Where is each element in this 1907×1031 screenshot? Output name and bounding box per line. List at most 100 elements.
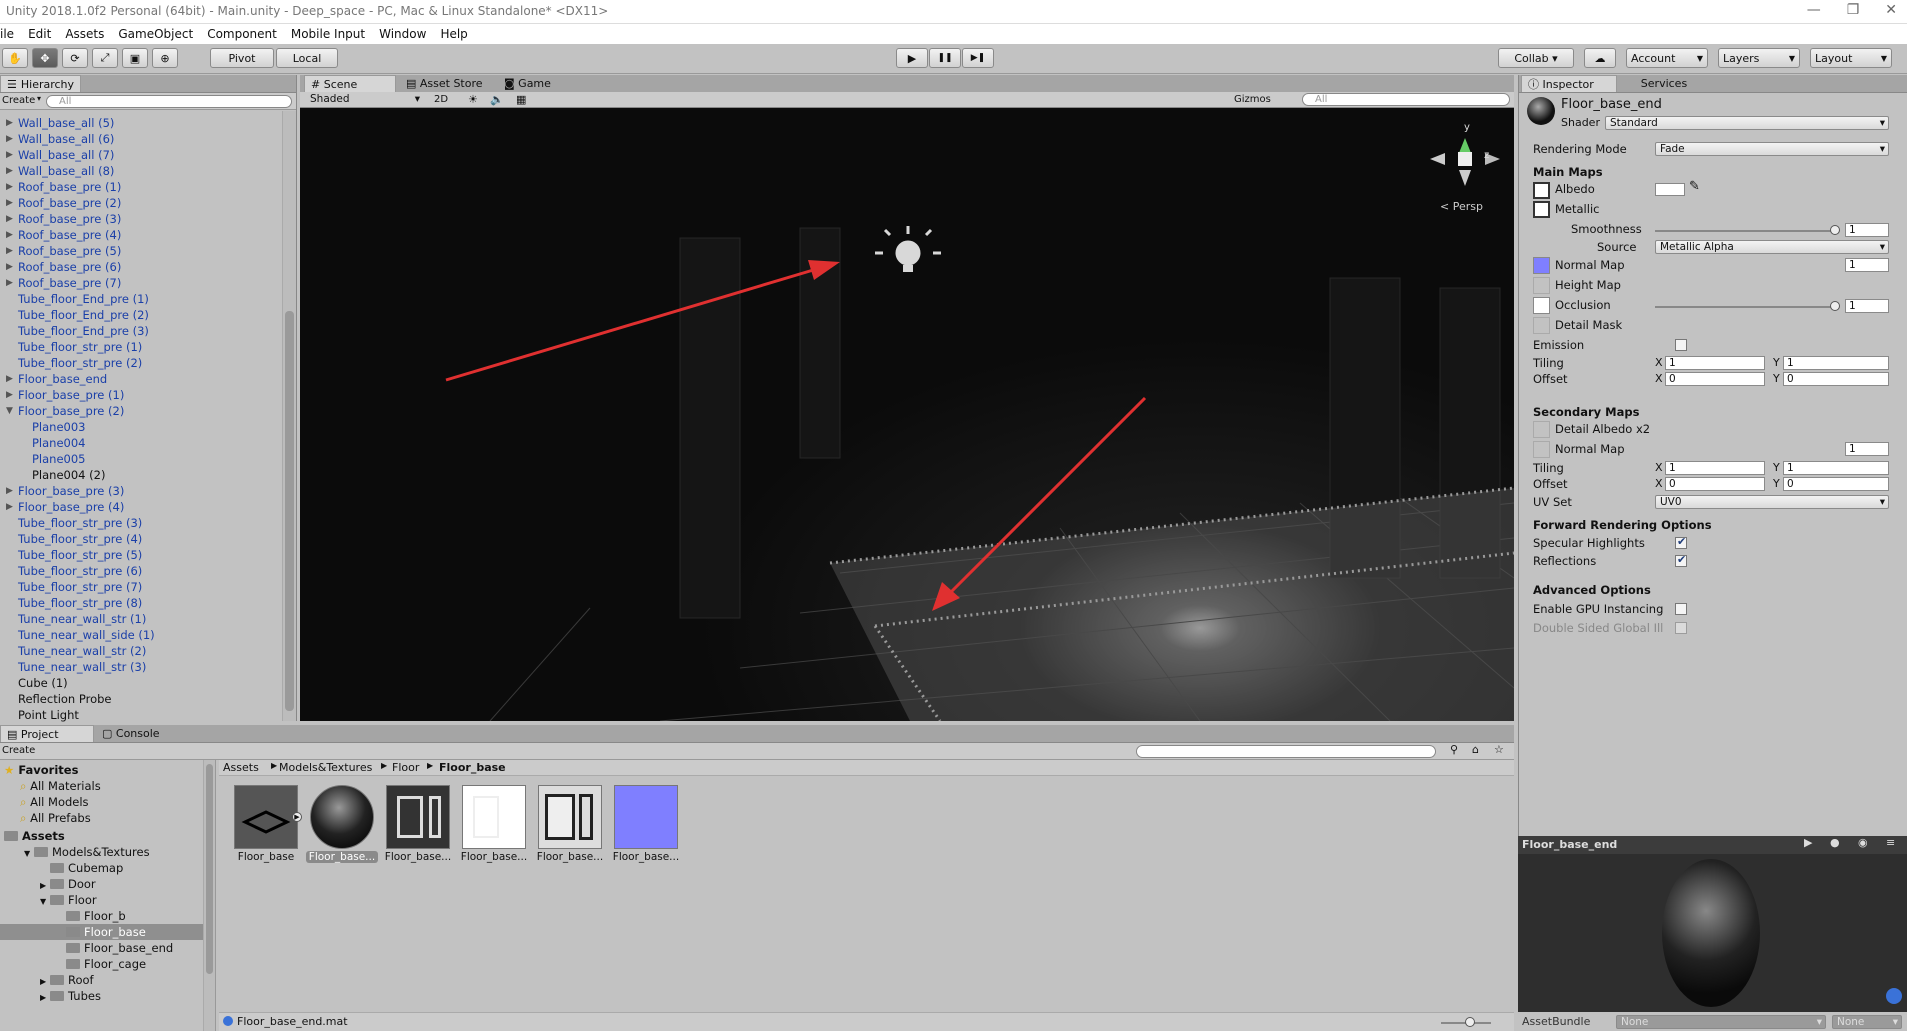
folder-item[interactable]: Floor_base_end bbox=[56, 940, 173, 956]
hierarchy-item[interactable]: Plane004 (2) bbox=[32, 467, 105, 483]
preview-menu-icon[interactable]: ≡ bbox=[1886, 836, 1895, 849]
secondary-tiling-x-field[interactable]: 1 bbox=[1665, 461, 1765, 475]
expand-arrow-icon[interactable]: ▶ bbox=[6, 134, 13, 144]
gpu-instancing-checkbox[interactable] bbox=[1675, 603, 1687, 615]
expand-arrow-icon[interactable]: ▶ bbox=[6, 182, 13, 192]
hierarchy-create-button[interactable]: Create bbox=[2, 95, 35, 106]
filter-label-icon[interactable]: ⌂ bbox=[1472, 743, 1479, 756]
folder-item[interactable]: Cubemap bbox=[40, 860, 123, 876]
asset-thumb-texture-1[interactable] bbox=[386, 785, 450, 849]
hierarchy-item[interactable]: Roof_base_pre (5) bbox=[18, 243, 121, 259]
layout-dropdown[interactable]: Layout ▼ bbox=[1810, 48, 1892, 68]
menu-gameobject[interactable]: GameObject bbox=[118, 27, 193, 41]
hierarchy-item[interactable]: Roof_base_pre (3) bbox=[18, 211, 121, 227]
menu-file[interactable]: ile bbox=[0, 27, 14, 41]
source-dropdown[interactable]: Metallic Alpha ▾ bbox=[1655, 240, 1889, 254]
expand-arrow-icon[interactable]: ▼ bbox=[24, 846, 34, 862]
folder-item[interactable]: ▼ Floor bbox=[40, 892, 97, 908]
asset-label-texture-3[interactable]: Floor_base... bbox=[532, 851, 608, 863]
cloud-icon[interactable]: ☁ bbox=[1584, 48, 1616, 68]
hierarchy-item[interactable]: Tune_near_wall_str (3) bbox=[18, 659, 146, 675]
uvset-dropdown[interactable]: UV0 ▾ bbox=[1655, 495, 1889, 509]
secondary-normal-field[interactable]: 1 bbox=[1845, 442, 1889, 456]
hierarchy-item[interactable]: Tube_floor_End_pre (1) bbox=[18, 291, 149, 307]
hierarchy-item[interactable]: Wall_base_all (6) bbox=[18, 131, 114, 147]
hierarchy-item[interactable]: Roof_base_pre (6) bbox=[18, 259, 121, 275]
folder-item[interactable]: Floor_b bbox=[56, 908, 126, 924]
offset-y-field[interactable]: 0 bbox=[1783, 372, 1889, 386]
gizmos-dropdown[interactable]: Gizmos bbox=[1234, 94, 1271, 105]
expand-model-icon[interactable]: ▶ bbox=[292, 812, 302, 822]
hierarchy-item[interactable]: Tube_floor_str_pre (5) bbox=[18, 547, 142, 563]
step-button[interactable]: ▶❚ bbox=[962, 48, 994, 68]
tab-game[interactable]: ◙ Game bbox=[498, 75, 557, 92]
detail-albedo-texture-slot[interactable] bbox=[1533, 421, 1550, 438]
account-dropdown[interactable]: Account ▼ bbox=[1626, 48, 1708, 68]
preview-light-icon[interactable]: ◉ bbox=[1858, 836, 1868, 849]
hierarchy-item[interactable]: Wall_base_all (8) bbox=[18, 163, 114, 179]
menu-mobile-input[interactable]: Mobile Input bbox=[291, 27, 365, 41]
hierarchy-item[interactable]: Plane004 bbox=[32, 435, 86, 451]
expand-arrow-icon[interactable]: ▶ bbox=[6, 278, 13, 288]
tab-scene[interactable]: # Scene bbox=[304, 75, 396, 92]
tab-console[interactable]: ▢ Console bbox=[96, 725, 166, 742]
filter-type-icon[interactable]: ⚲ bbox=[1450, 743, 1458, 756]
occlusion-slider[interactable] bbox=[1655, 306, 1835, 308]
hierarchy-item[interactable]: Tube_floor_str_pre (4) bbox=[18, 531, 142, 547]
expand-arrow-icon[interactable]: ▶ bbox=[6, 166, 13, 176]
hierarchy-item[interactable]: Reflection Probe bbox=[18, 691, 112, 707]
normal-map-texture-slot[interactable] bbox=[1533, 257, 1550, 274]
hierarchy-item[interactable]: Tube_floor_str_pre (1) bbox=[18, 339, 142, 355]
collab-dropdown[interactable]: Collab ▾ bbox=[1498, 48, 1574, 68]
secondary-offset-x-field[interactable]: 0 bbox=[1665, 477, 1765, 491]
reflections-checkbox[interactable] bbox=[1675, 553, 1687, 567]
expand-arrow-icon[interactable]: ▼ bbox=[6, 406, 13, 416]
hierarchy-item[interactable]: Cube (1) bbox=[18, 675, 68, 691]
menu-help[interactable]: Help bbox=[440, 27, 467, 41]
hierarchy-item[interactable]: Floor_base_pre (1) bbox=[18, 387, 124, 403]
expand-arrow-icon[interactable]: ▶ bbox=[6, 502, 13, 512]
asset-label-model[interactable]: Floor_base bbox=[228, 851, 304, 863]
folder-item[interactable]: ▶ Tubes bbox=[40, 988, 101, 1004]
albedo-color-swatch[interactable] bbox=[1655, 183, 1685, 196]
scene-viewport[interactable]: y z < Persp bbox=[300, 108, 1514, 721]
expand-arrow-icon[interactable]: ▼ bbox=[40, 894, 50, 910]
shader-dropdown[interactable]: Standard ▾ bbox=[1605, 116, 1889, 130]
favorite-item[interactable]: ⌕ All Models bbox=[20, 794, 89, 810]
folder-item[interactable]: ▶ Door bbox=[40, 876, 96, 892]
occlusion-texture-slot[interactable] bbox=[1533, 297, 1550, 314]
asset-thumb-model[interactable] bbox=[234, 785, 298, 849]
asset-label-texture-1[interactable]: Floor_base... bbox=[380, 851, 456, 863]
expand-arrow-icon[interactable]: ▶ bbox=[6, 230, 13, 240]
layers-dropdown[interactable]: Layers ▼ bbox=[1718, 48, 1800, 68]
effects-toggle-icon[interactable]: ▦ bbox=[516, 93, 526, 106]
folder-item[interactable]: ▶ Roof bbox=[40, 972, 94, 988]
smoothness-slider-knob[interactable] bbox=[1830, 225, 1840, 235]
offset-x-field[interactable]: 0 bbox=[1665, 372, 1765, 386]
expand-arrow-icon[interactable]: ▶ bbox=[6, 118, 13, 128]
hierarchy-item[interactable]: Tube_floor_str_pre (6) bbox=[18, 563, 142, 579]
tiling-y-field[interactable]: 1 bbox=[1783, 356, 1889, 370]
hierarchy-scroll-thumb[interactable] bbox=[285, 311, 294, 711]
expand-arrow-icon[interactable]: ▶ bbox=[40, 990, 50, 1006]
play-button[interactable]: ▶ bbox=[896, 48, 928, 68]
hierarchy-item[interactable]: Tube_floor_End_pre (3) bbox=[18, 323, 149, 339]
local-toggle[interactable]: Local bbox=[276, 48, 338, 68]
tab-asset-store[interactable]: ▤ Asset Store bbox=[400, 75, 489, 92]
hierarchy-item[interactable]: Wall_base_all (5) bbox=[18, 115, 114, 131]
hierarchy-item[interactable]: Roof_base_pre (7) bbox=[18, 275, 121, 291]
tiling-x-field[interactable]: 1 bbox=[1665, 356, 1765, 370]
preview-play-icon[interactable]: ▶ bbox=[1804, 836, 1812, 849]
folder-item[interactable]: Floor_base bbox=[0, 924, 203, 940]
rendering-mode-dropdown[interactable]: Fade ▾ bbox=[1655, 142, 1889, 156]
hierarchy-search-input[interactable]: All bbox=[46, 95, 292, 108]
asset-label-material[interactable]: Floor_base... bbox=[306, 851, 378, 863]
albedo-texture-slot[interactable] bbox=[1533, 182, 1550, 199]
expand-arrow-icon[interactable]: ▶ bbox=[6, 214, 13, 224]
tab-hierarchy[interactable]: ☰ Hierarchy bbox=[0, 75, 82, 92]
tab-inspector[interactable]: ⓘ Inspector bbox=[1521, 75, 1617, 92]
lighting-toggle-icon[interactable]: ☀ bbox=[468, 93, 478, 106]
tab-project[interactable]: ▤ Project bbox=[0, 725, 94, 742]
breadcrumb-assets[interactable]: Assets bbox=[223, 761, 259, 774]
orientation-gizmo[interactable] bbox=[1430, 138, 1500, 186]
